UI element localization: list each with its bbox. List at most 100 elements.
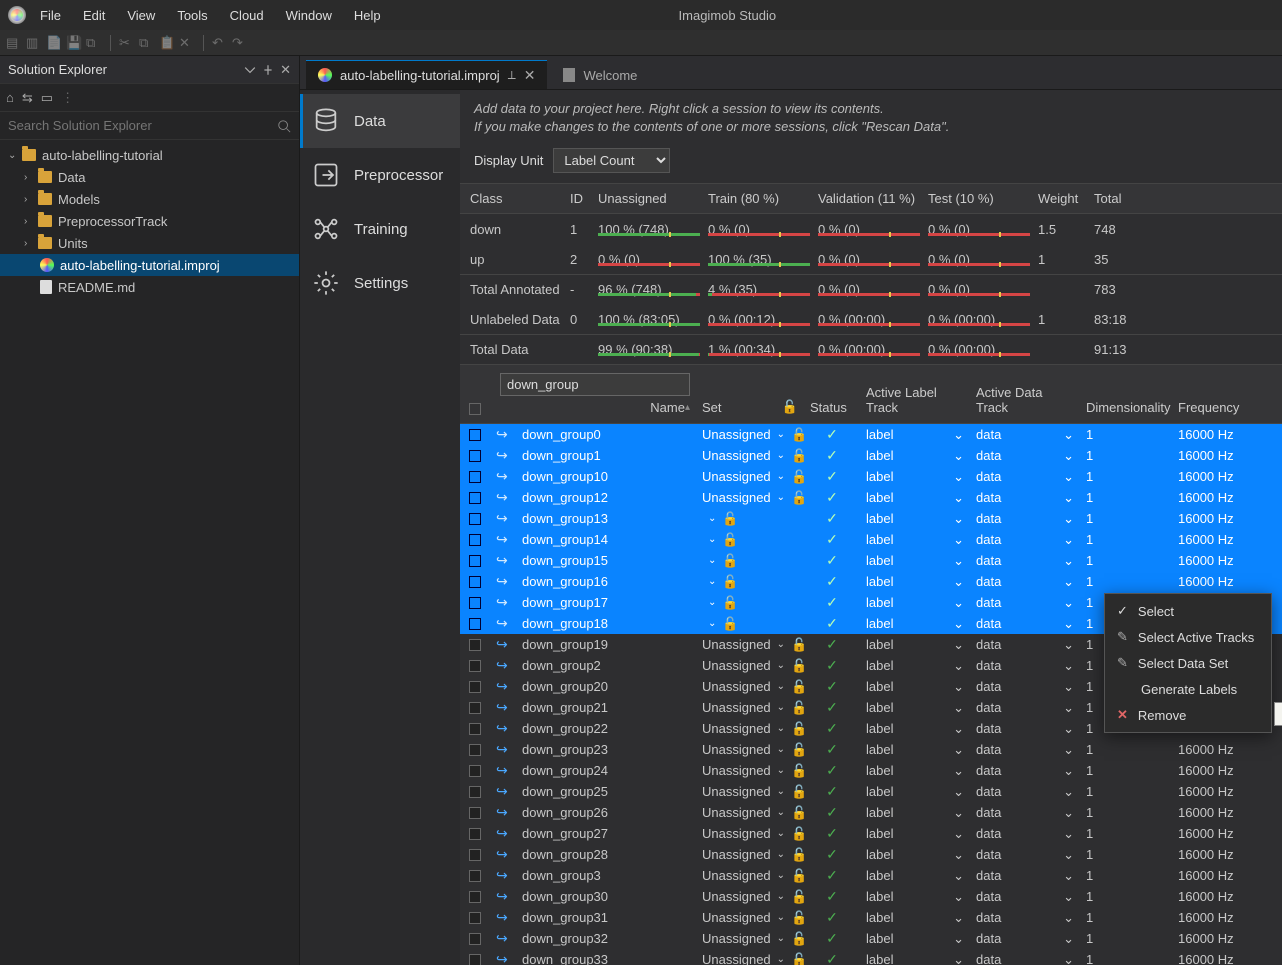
row-checkbox[interactable] <box>469 492 481 504</box>
open-arrow-icon[interactable]: ↪ <box>490 573 516 590</box>
session-data-track-select[interactable]: data⌄ <box>970 448 1080 464</box>
display-unit-select[interactable]: Label Count <box>553 148 670 173</box>
session-label-track-select[interactable]: label⌄ <box>860 721 970 737</box>
session-set-select[interactable]: Unassigned⌄🔓 <box>696 448 804 464</box>
close-icon[interactable]: ✕ <box>524 67 536 84</box>
session-label-track-select[interactable]: label⌄ <box>860 574 970 590</box>
cut-icon[interactable]: ✂ <box>119 35 135 51</box>
ctx-remove[interactable]: ✕Remove <box>1105 702 1271 728</box>
row-checkbox[interactable] <box>469 828 481 840</box>
nav-data[interactable]: Data <box>300 94 460 148</box>
session-row[interactable]: ↪ down_group14 ⌄🔓 ✓ label⌄ data⌄ 1 16000… <box>460 529 1282 550</box>
lock-icon[interactable]: 🔓 <box>722 511 738 527</box>
row-checkbox[interactable] <box>469 639 481 651</box>
row-checkbox[interactable] <box>469 618 481 630</box>
open-arrow-icon[interactable]: ↪ <box>490 783 516 800</box>
session-label-track-select[interactable]: label⌄ <box>860 532 970 548</box>
session-data-track-select[interactable]: data⌄ <box>970 490 1080 506</box>
row-checkbox[interactable] <box>469 870 481 882</box>
session-row[interactable]: ↪ down_group23 Unassigned⌄🔓 ✓ label⌄ dat… <box>460 739 1282 760</box>
session-row[interactable]: ↪ down_group16 ⌄🔓 ✓ label⌄ data⌄ 1 16000… <box>460 571 1282 592</box>
session-label-track-select[interactable]: label⌄ <box>860 553 970 569</box>
session-label-track-select[interactable]: label⌄ <box>860 784 970 800</box>
session-label-track-select[interactable]: label⌄ <box>860 511 970 527</box>
session-set-select[interactable]: Unassigned⌄🔓 <box>696 805 804 821</box>
session-label-track-select[interactable]: label⌄ <box>860 700 970 716</box>
row-checkbox[interactable] <box>469 786 481 798</box>
ctx-generate-labels[interactable]: Generate Labels <box>1105 676 1271 702</box>
session-data-track-select[interactable]: data⌄ <box>970 553 1080 569</box>
pin-icon[interactable] <box>262 64 274 76</box>
paste-icon[interactable]: 📋 <box>159 35 175 51</box>
session-filter-input[interactable] <box>500 373 690 396</box>
row-checkbox[interactable] <box>469 513 481 525</box>
ctx-select-data-set[interactable]: ✎Select Data Set <box>1105 650 1271 676</box>
toolbar-icon[interactable]: ▤ <box>6 35 22 51</box>
session-set-select[interactable]: ⌄🔓 <box>696 595 804 611</box>
open-arrow-icon[interactable]: ↪ <box>490 867 516 884</box>
ctx-select-active-tracks[interactable]: ✎Select Active Tracks <box>1105 624 1271 650</box>
redo-icon[interactable]: ↷ <box>232 35 248 51</box>
row-checkbox[interactable] <box>469 891 481 903</box>
session-set-select[interactable]: Unassigned⌄🔓 <box>696 742 804 758</box>
tab-project[interactable]: auto-labelling-tutorial.improj ⟂ ✕ <box>306 60 547 89</box>
lock-icon[interactable]: 🔓 <box>722 616 738 632</box>
open-arrow-icon[interactable]: ↪ <box>490 720 516 737</box>
row-checkbox[interactable] <box>469 912 481 924</box>
session-row[interactable]: ↪ down_group27 Unassigned⌄🔓 ✓ label⌄ dat… <box>460 823 1282 844</box>
session-set-select[interactable]: Unassigned⌄🔓 <box>696 889 804 905</box>
row-checkbox[interactable] <box>469 723 481 735</box>
session-row[interactable]: ↪ down_group25 Unassigned⌄🔓 ✓ label⌄ dat… <box>460 781 1282 802</box>
session-data-track-select[interactable]: data⌄ <box>970 427 1080 443</box>
session-data-track-select[interactable]: data⌄ <box>970 511 1080 527</box>
lock-icon[interactable]: 🔓 <box>722 595 738 611</box>
session-set-select[interactable]: Unassigned⌄🔓 <box>696 826 804 842</box>
nav-settings[interactable]: Settings <box>300 256 460 310</box>
session-data-track-select[interactable]: data⌄ <box>970 952 1080 965</box>
menu-window[interactable]: Window <box>286 8 332 23</box>
session-set-select[interactable]: Unassigned⌄🔓 <box>696 931 804 947</box>
menu-view[interactable]: View <box>127 8 155 23</box>
session-set-select[interactable]: Unassigned⌄🔓 <box>696 910 804 926</box>
session-row[interactable]: ↪ down_group32 Unassigned⌄🔓 ✓ label⌄ dat… <box>460 928 1282 949</box>
session-row[interactable]: ↪ down_group12 Unassigned⌄🔓 ✓ label⌄ dat… <box>460 487 1282 508</box>
open-arrow-icon[interactable]: ↪ <box>490 489 516 506</box>
session-set-select[interactable]: ⌄🔓 <box>696 574 804 590</box>
session-row[interactable]: ↪ down_group15 ⌄🔓 ✓ label⌄ data⌄ 1 16000… <box>460 550 1282 571</box>
session-label-track-select[interactable]: label⌄ <box>860 805 970 821</box>
open-arrow-icon[interactable]: ↪ <box>490 594 516 611</box>
tree-readme[interactable]: README.md <box>0 276 299 298</box>
session-data-track-select[interactable]: data⌄ <box>970 889 1080 905</box>
open-arrow-icon[interactable]: ↪ <box>490 762 516 779</box>
session-data-track-select[interactable]: data⌄ <box>970 847 1080 863</box>
session-data-track-select[interactable]: data⌄ <box>970 700 1080 716</box>
session-row[interactable]: ↪ down_group10 Unassigned⌄🔓 ✓ label⌄ dat… <box>460 466 1282 487</box>
open-arrow-icon[interactable]: ↪ <box>490 510 516 527</box>
col-name[interactable]: Name <box>650 400 685 415</box>
ctx-select[interactable]: ✓Select <box>1105 598 1271 624</box>
session-set-select[interactable]: ⌄🔓 <box>696 616 804 632</box>
session-row[interactable]: ↪ down_group1 Unassigned⌄🔓 ✓ label⌄ data… <box>460 445 1282 466</box>
session-data-track-select[interactable]: data⌄ <box>970 931 1080 947</box>
close-icon[interactable]: ✕ <box>280 62 291 78</box>
open-arrow-icon[interactable]: ↪ <box>490 657 516 674</box>
session-data-track-select[interactable]: data⌄ <box>970 910 1080 926</box>
open-arrow-icon[interactable]: ↪ <box>490 846 516 863</box>
session-label-track-select[interactable]: label⌄ <box>860 889 970 905</box>
session-data-track-select[interactable]: data⌄ <box>970 742 1080 758</box>
row-checkbox[interactable] <box>469 429 481 441</box>
tree-folder-units[interactable]: ›Units <box>0 232 299 254</box>
nav-preprocessor[interactable]: Preprocessor <box>300 148 460 202</box>
session-label-track-select[interactable]: label⌄ <box>860 931 970 947</box>
open-arrow-icon[interactable]: ↪ <box>490 552 516 569</box>
row-checkbox[interactable] <box>469 807 481 819</box>
col-active-data-track[interactable]: Active Data Track <box>970 365 1080 423</box>
col-active-label-track[interactable]: Active Label Track <box>860 365 970 423</box>
session-label-track-select[interactable]: label⌄ <box>860 910 970 926</box>
session-set-select[interactable]: ⌄🔓 <box>696 532 804 548</box>
session-set-select[interactable]: Unassigned⌄🔓 <box>696 952 804 965</box>
collapse-icon[interactable]: ▭ <box>41 90 53 106</box>
session-data-track-select[interactable]: data⌄ <box>970 574 1080 590</box>
session-data-track-select[interactable]: data⌄ <box>970 805 1080 821</box>
copy-icon[interactable]: ⧉ <box>139 35 155 51</box>
